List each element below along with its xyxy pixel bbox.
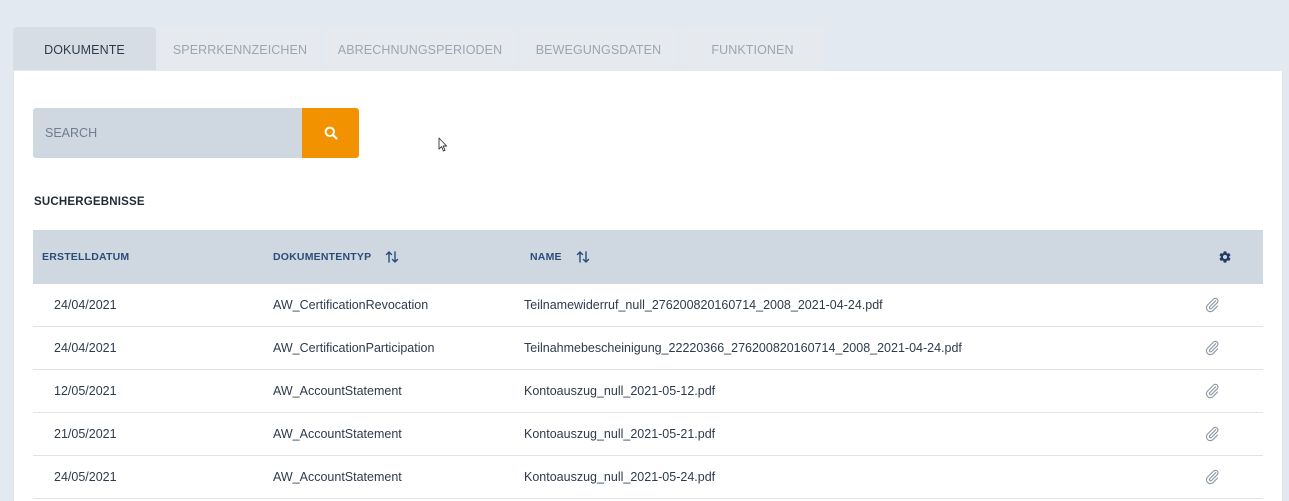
cell-date: 21/05/2021 [54,427,117,441]
cell-date: 24/04/2021 [54,341,117,355]
paperclip-icon[interactable] [1204,383,1220,399]
cell-date: 24/04/2021 [54,298,117,312]
cell-document-type: AW_AccountStatement [273,427,402,441]
tab-sperrkennzeichen[interactable]: SPERRKENNZEICHEN [159,27,321,70]
search-button[interactable] [302,108,359,158]
gear-icon[interactable] [1218,250,1232,264]
tab-dokumente[interactable]: DOKUMENTE [13,27,156,70]
tab-abrechnungsperioden[interactable]: ABRECHNUNGSPERIODEN [324,27,516,70]
cell-file-name[interactable]: Teilnahmebescheinigung_22220366_27620082… [524,327,962,369]
results-table: ERSTELLDATUM DOKUMENTENTYP NAME 24/04/20… [33,230,1263,499]
tab-bewegungsdaten[interactable]: BEWEGUNGSDATEN [519,27,678,70]
column-header-label: ERSTELLDATUM [42,251,130,263]
cell-file-name[interactable]: Teilnamewiderruf_null_276200820160714_20… [524,284,883,326]
tab-bar: DOKUMENTE SPERRKENNZEICHEN ABRECHNUNGSPE… [13,27,827,71]
app-window: DOKUMENTE SPERRKENNZEICHEN ABRECHNUNGSPE… [0,0,1289,501]
cell-document-type: AW_CertificationParticipation [273,341,435,355]
table-row[interactable]: 12/05/2021 AW_AccountStatement Kontoausz… [33,370,1263,413]
column-header-label: NAME [530,251,562,263]
cell-file-name[interactable]: Kontoauszug_null_2021-05-24.pdf [524,456,715,498]
sort-arrows-icon[interactable] [576,250,590,264]
paperclip-icon[interactable] [1204,340,1220,356]
cell-file-name[interactable]: Kontoauszug_null_2021-05-21.pdf [524,413,715,455]
search-input[interactable] [33,108,302,158]
paperclip-icon[interactable] [1204,469,1220,485]
cell-document-type: AW_AccountStatement [273,470,402,484]
column-header-dokumententyp[interactable]: DOKUMENTENTYP [273,230,399,284]
cell-document-type: AW_CertificationRevocation [273,298,429,312]
search-icon [324,126,338,140]
cell-file-name[interactable]: Kontoauszug_null_2021-05-12.pdf [524,370,715,412]
tab-funktionen[interactable]: FUNKTIONEN [681,27,824,70]
mouse-cursor-icon [438,137,448,158]
cell-document-type: AW_AccountStatement [273,384,402,398]
table-row[interactable]: 24/04/2021 AW_CertificationParticipation… [33,327,1263,370]
cell-date: 12/05/2021 [54,384,117,398]
sort-arrows-icon[interactable] [385,250,399,264]
results-heading: SUCHERGEBNISSE [34,196,145,208]
documents-panel: SUCHERGEBNISSE ERSTELLDATUM DOKUMENTENTY… [13,71,1283,501]
column-header-label: DOKUMENTENTYP [273,251,372,263]
table-header: ERSTELLDATUM DOKUMENTENTYP NAME [33,230,1263,284]
table-row[interactable]: 21/05/2021 AW_AccountStatement Kontoausz… [33,413,1263,456]
column-header-name[interactable]: NAME [530,230,590,284]
table-row[interactable]: 24/04/2021 AW_CertificationRevocation Te… [33,284,1263,327]
column-header-erstelldatum: ERSTELLDATUM [42,230,129,284]
cell-date: 24/05/2021 [54,470,117,484]
paperclip-icon[interactable] [1204,426,1220,442]
column-settings [1218,230,1232,284]
table-row[interactable]: 24/05/2021 AW_AccountStatement Kontoausz… [33,456,1263,499]
paperclip-icon[interactable] [1204,297,1220,313]
